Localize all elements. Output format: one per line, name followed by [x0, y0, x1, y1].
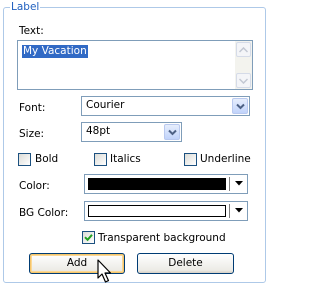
scroll-down-icon[interactable]: [236, 73, 251, 88]
italics-checkbox[interactable]: [94, 153, 107, 166]
color-swatch: [88, 178, 226, 190]
bold-label[interactable]: Bold: [35, 153, 58, 165]
font-select-value: Courier: [86, 99, 125, 111]
font-dropdown-icon[interactable]: [232, 98, 248, 114]
underline-label[interactable]: Underline: [200, 153, 251, 165]
delete-button[interactable]: Delete: [137, 253, 234, 274]
size-dropdown-icon[interactable]: [164, 124, 180, 140]
font-select[interactable]: Courier: [81, 96, 250, 116]
italics-label[interactable]: Italics: [110, 153, 141, 165]
size-select-value: 48pt: [86, 125, 111, 137]
bold-checkbox[interactable]: [18, 153, 31, 166]
group-title: Label: [10, 1, 41, 13]
bg-color-dropdown-icon[interactable]: [235, 208, 243, 213]
bg-color-picker[interactable]: [84, 201, 248, 221]
bg-color-picker-divider: [229, 204, 230, 218]
size-select[interactable]: 48pt: [81, 122, 182, 142]
transparent-background-label[interactable]: Transparent background: [98, 232, 226, 244]
text-area-scrollbar[interactable]: [235, 41, 252, 89]
size-label: Size:: [19, 128, 45, 140]
checkmark-icon: [84, 234, 93, 242]
text-area[interactable]: My Vacation: [17, 40, 253, 90]
text-label: Text:: [19, 25, 44, 37]
bg-color-swatch: [88, 205, 226, 217]
color-picker-divider: [229, 177, 230, 191]
color-picker[interactable]: [84, 174, 248, 194]
bg-color-label: BG Color:: [19, 207, 69, 219]
mouse-cursor-icon: [97, 259, 112, 283]
underline-checkbox[interactable]: [184, 153, 197, 166]
color-dropdown-icon[interactable]: [235, 181, 243, 186]
font-label: Font:: [19, 102, 46, 114]
text-area-value[interactable]: My Vacation: [22, 45, 88, 58]
scroll-up-icon[interactable]: [236, 42, 251, 57]
transparent-background-checkbox[interactable]: [82, 231, 95, 244]
color-label: Color:: [19, 180, 50, 192]
